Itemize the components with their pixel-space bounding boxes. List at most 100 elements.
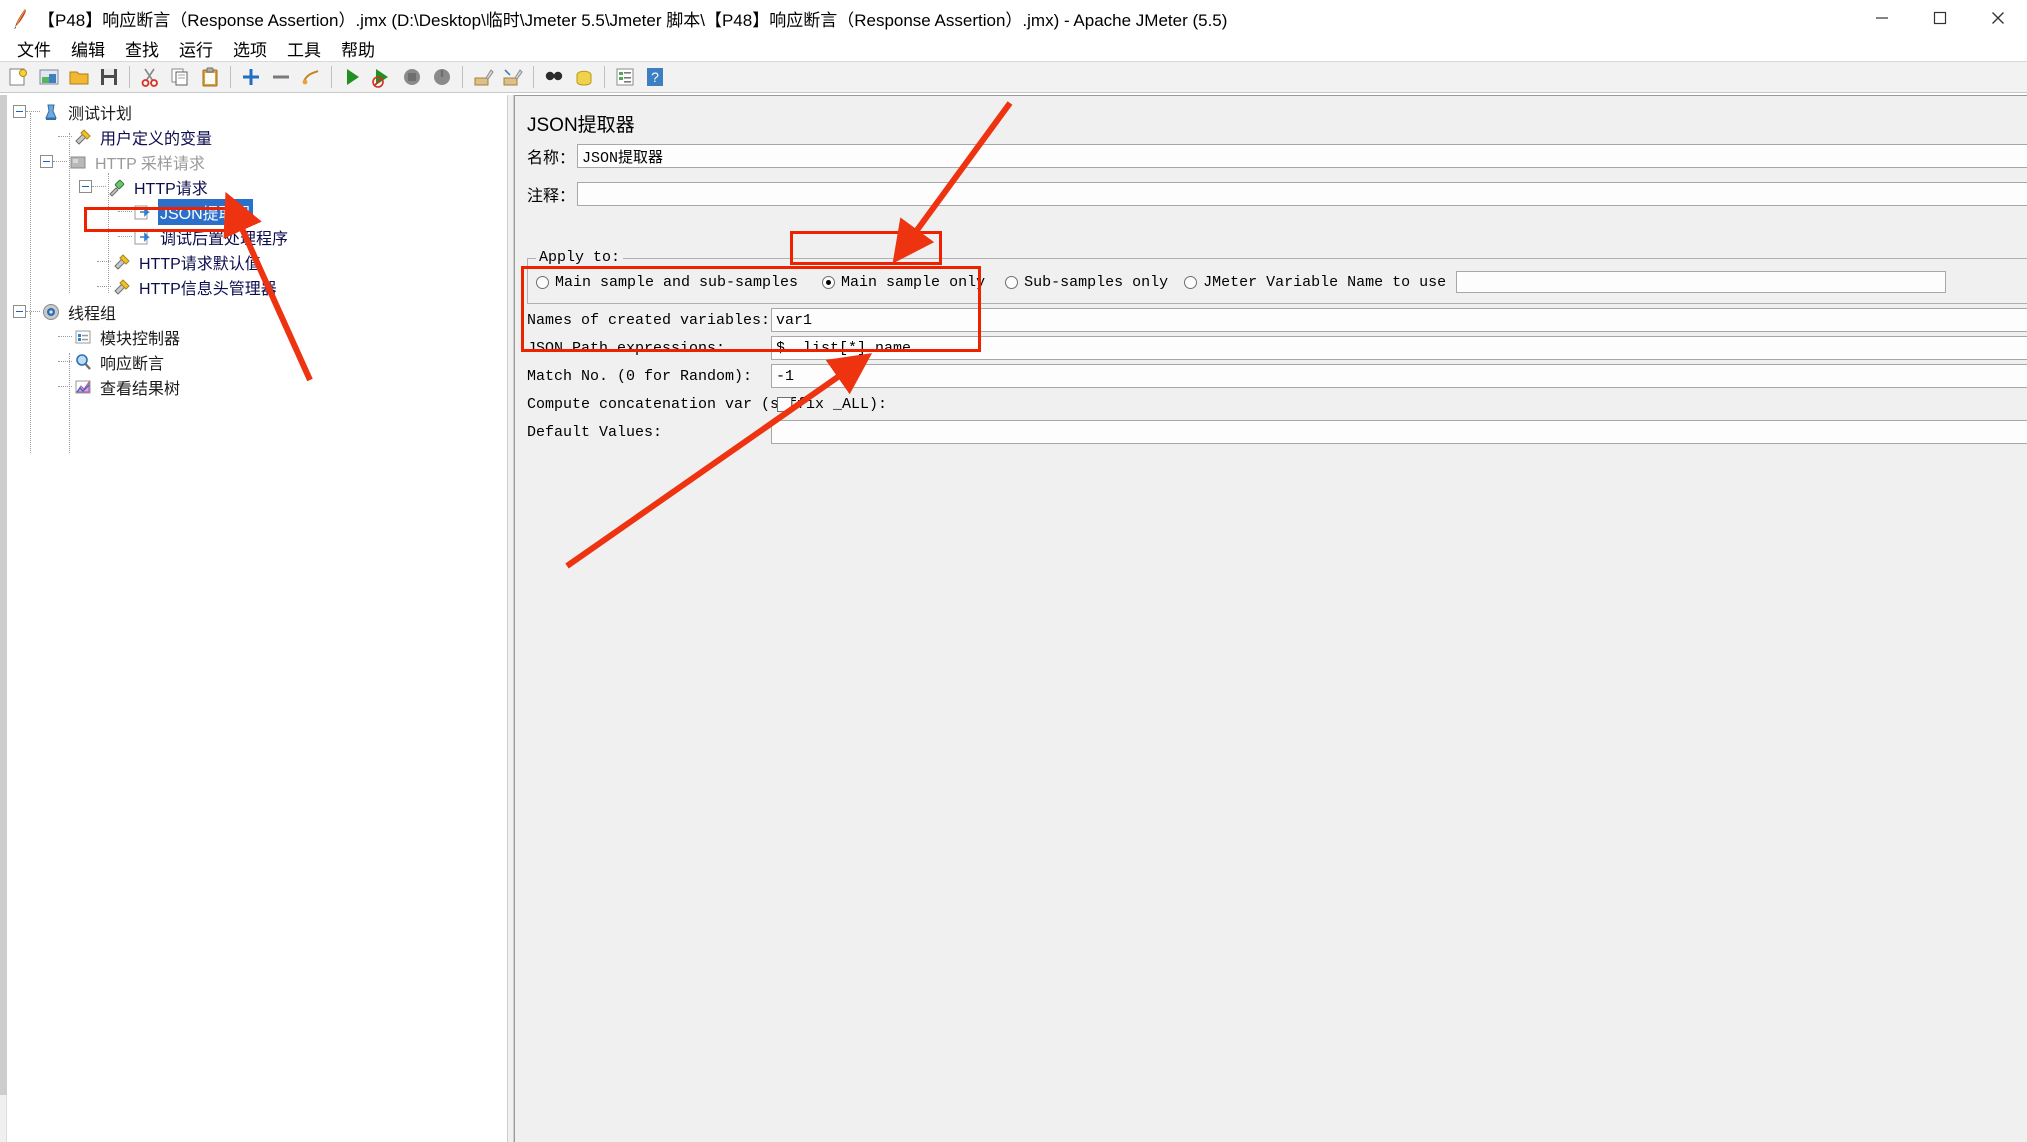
compute-concatenation-row: Compute concatenation var (suffix _ALL): bbox=[527, 392, 792, 416]
tree-dash bbox=[97, 261, 111, 262]
start-icon[interactable] bbox=[337, 63, 367, 91]
default-values-label: Default Values: bbox=[527, 424, 771, 441]
function-helper-icon[interactable] bbox=[610, 63, 640, 91]
test-plan-tree[interactable]: 测试计划 用户定义的变量 bbox=[7, 95, 507, 1142]
minimize-button[interactable] bbox=[1853, 0, 1911, 36]
name-input[interactable] bbox=[577, 144, 2027, 168]
open-file-icon[interactable] bbox=[64, 63, 94, 91]
tree-node-http-request[interactable]: HTTP请求 bbox=[7, 174, 507, 199]
json-path-expressions-input[interactable] bbox=[771, 336, 2027, 360]
module-controller-icon bbox=[72, 326, 94, 348]
tree-node-http-sampler-group[interactable]: HTTP 采样请求 bbox=[7, 149, 507, 174]
tree-node-debug-postprocessor[interactable]: 调试后置处理程序 bbox=[7, 224, 507, 249]
window-controls bbox=[1853, 0, 2027, 36]
tree-dash bbox=[58, 336, 72, 337]
tree-dash bbox=[92, 186, 106, 187]
close-button[interactable] bbox=[1969, 0, 2027, 36]
window-title: 【P48】响应断言（Response Assertion）.jmx (D:\De… bbox=[38, 6, 1227, 31]
tree-dash bbox=[58, 361, 72, 362]
tree-dash bbox=[53, 161, 67, 162]
radio-sub-samples-only[interactable]: Sub-samples only bbox=[1005, 274, 1168, 291]
tree-dash bbox=[58, 386, 72, 387]
config-element-icon bbox=[111, 276, 133, 298]
tree-node-http-request-defaults[interactable]: HTTP请求默认值 bbox=[7, 249, 507, 274]
tree-node-response-assertion[interactable]: 响应断言 bbox=[7, 349, 507, 374]
left-scrollbar[interactable] bbox=[0, 95, 7, 1142]
templates-icon[interactable] bbox=[34, 63, 64, 91]
toolbar-separator bbox=[604, 66, 605, 88]
search-icon[interactable] bbox=[539, 63, 569, 91]
radio-label: Main sample and sub-samples bbox=[555, 274, 798, 291]
tree-node-label: 线程组 bbox=[66, 299, 118, 325]
json-path-expressions-row: JSON Path expressions: bbox=[527, 336, 2027, 360]
copy-icon[interactable] bbox=[165, 63, 195, 91]
tree-expander-minus-icon[interactable] bbox=[79, 180, 92, 193]
tree-dash bbox=[26, 111, 40, 112]
thread-group-icon bbox=[40, 301, 62, 323]
apply-to-fieldset: Apply to: Main sample and sub-samples Ma… bbox=[527, 258, 2027, 304]
panel-splitter[interactable] bbox=[507, 95, 514, 1142]
menu-item-file[interactable]: 文件 bbox=[7, 34, 61, 63]
menu-item-options[interactable]: 选项 bbox=[223, 34, 277, 63]
tree-dash bbox=[26, 311, 40, 312]
default-values-input[interactable] bbox=[771, 420, 2027, 444]
help-icon[interactable]: ? bbox=[640, 63, 670, 91]
cut-icon[interactable] bbox=[135, 63, 165, 91]
save-icon[interactable] bbox=[94, 63, 124, 91]
menu-item-search[interactable]: 查找 bbox=[115, 34, 169, 63]
menu-item-edit[interactable]: 编辑 bbox=[61, 34, 115, 63]
comment-input[interactable] bbox=[577, 182, 2027, 206]
page-title: JSON提取器 bbox=[527, 110, 635, 137]
jmeter-variable-name-input[interactable] bbox=[1456, 271, 1946, 293]
names-of-created-variables-label: Names of created variables: bbox=[527, 312, 771, 329]
assertion-icon bbox=[72, 351, 94, 373]
paste-icon[interactable] bbox=[195, 63, 225, 91]
menu-item-run[interactable]: 运行 bbox=[169, 34, 223, 63]
tree-node-json-extractor[interactable]: JSON提取器 bbox=[7, 199, 507, 224]
menu-item-help[interactable]: 帮助 bbox=[331, 34, 385, 63]
radio-indicator bbox=[536, 276, 549, 289]
tree-node-user-defined-variables[interactable]: 用户定义的变量 bbox=[7, 124, 507, 149]
comment-row: 注释： bbox=[527, 182, 2027, 206]
expand-all-icon[interactable] bbox=[236, 63, 266, 91]
start-no-timers-icon[interactable] bbox=[367, 63, 397, 91]
tree-node-label: HTTP 采样请求 bbox=[93, 149, 207, 175]
tree-dash bbox=[118, 211, 132, 212]
toolbar: ? bbox=[0, 61, 2027, 93]
maximize-button[interactable] bbox=[1911, 0, 1969, 36]
toggle-icon[interactable] bbox=[296, 63, 326, 91]
radio-label: JMeter Variable Name to use bbox=[1203, 274, 1446, 291]
tree-node-module-controller[interactable]: 模块控制器 bbox=[7, 324, 507, 349]
names-of-created-variables-input[interactable] bbox=[771, 308, 2027, 332]
compute-concatenation-checkbox[interactable] bbox=[777, 397, 792, 412]
tree-expander-minus-icon[interactable] bbox=[13, 105, 26, 118]
match-number-input[interactable] bbox=[771, 364, 2027, 388]
tree-node-http-header-manager[interactable]: HTTP信息头管理器 bbox=[7, 274, 507, 299]
stop-icon[interactable] bbox=[397, 63, 427, 91]
menu-item-tools[interactable]: 工具 bbox=[277, 34, 331, 63]
match-number-row: Match No. (0 for Random): bbox=[527, 364, 2027, 388]
toolbar-separator bbox=[129, 66, 130, 88]
reset-search-icon[interactable] bbox=[569, 63, 599, 91]
tree-expander-minus-icon[interactable] bbox=[40, 155, 53, 168]
tree-expander-minus-icon[interactable] bbox=[13, 305, 26, 318]
radio-main-sample-only[interactable]: Main sample only bbox=[822, 274, 985, 291]
collapse-all-icon[interactable] bbox=[266, 63, 296, 91]
tree-node-label: 模块控制器 bbox=[98, 324, 182, 350]
new-test-plan-icon[interactable] bbox=[4, 63, 34, 91]
name-label: 名称： bbox=[527, 144, 573, 168]
post-processor-icon bbox=[132, 201, 154, 223]
clear-icon[interactable] bbox=[468, 63, 498, 91]
shutdown-icon[interactable] bbox=[427, 63, 457, 91]
tree-node-test-plan[interactable]: 测试计划 bbox=[7, 99, 507, 124]
tree-node-view-results-tree[interactable]: 查看结果树 bbox=[7, 374, 507, 399]
left-scrollbar-thumb[interactable] bbox=[0, 95, 7, 1095]
menu-bar: 文件 编辑 查找 运行 选项 工具 帮助 bbox=[0, 36, 2027, 61]
config-element-icon bbox=[111, 251, 133, 273]
tree-node-label: 查看结果树 bbox=[98, 374, 182, 400]
clear-all-icon[interactable] bbox=[498, 63, 528, 91]
tree-dash bbox=[97, 286, 111, 287]
radio-main-sample-and-sub-samples[interactable]: Main sample and sub-samples bbox=[536, 274, 798, 291]
tree-node-thread-group[interactable]: 线程组 bbox=[7, 299, 507, 324]
radio-jmeter-variable-name[interactable]: JMeter Variable Name to use bbox=[1184, 274, 1446, 291]
